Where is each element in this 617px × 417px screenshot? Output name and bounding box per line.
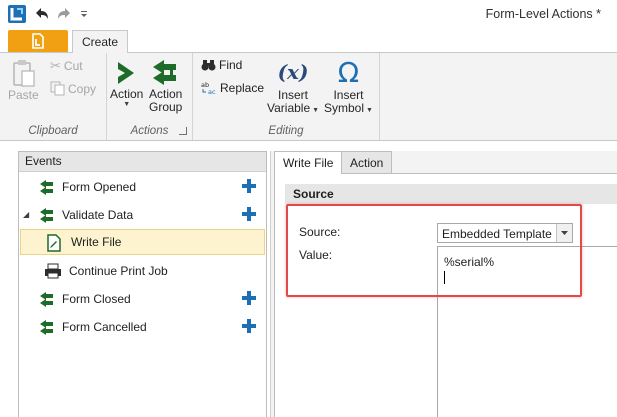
find-button[interactable]: Find xyxy=(201,58,242,72)
insert-symbol-dropdown-arrow-icon: ▼ xyxy=(364,107,373,114)
action-group-icon xyxy=(40,292,53,307)
binoculars-icon xyxy=(201,59,216,70)
insert-symbol-label-line2: Symbol ▼ xyxy=(324,102,373,115)
redo-icon xyxy=(58,8,70,19)
source-dropdown-value: Embedded Template xyxy=(442,227,552,241)
dropdown-arrow-button[interactable] xyxy=(556,224,572,242)
omega-symbol-icon: Ω xyxy=(337,56,360,89)
paste-label: Paste xyxy=(8,88,39,102)
svg-text:ac: ac xyxy=(208,88,216,95)
expanded-arrow-icon[interactable]: ◢ xyxy=(23,210,29,219)
event-form-cancelled[interactable]: Form Cancelled xyxy=(19,314,266,340)
chevron-down-icon xyxy=(561,230,568,235)
action-write-file[interactable]: Write File xyxy=(20,229,265,255)
source-label: Source: xyxy=(299,225,341,239)
event-validate-data[interactable]: ◢ Validate Data xyxy=(19,202,266,228)
write-file-icon xyxy=(47,234,61,252)
event-label: Continue Print Job xyxy=(69,264,168,278)
actions-group: Action ▼ Action Group Actions xyxy=(107,53,193,140)
action-detail-panel: Write File Action Source Source: Embedde… xyxy=(270,151,617,417)
source-section-header: Source xyxy=(285,184,617,204)
value-textarea[interactable]: %serial% xyxy=(437,246,617,417)
title-bar: Form-Level Actions * xyxy=(0,0,617,30)
events-panel: Events Form Opened ◢ Validate Data Write… xyxy=(18,151,267,417)
replace-label: Replace xyxy=(220,81,265,95)
replace-button[interactable]: ab ac Replace xyxy=(201,81,264,95)
action-group-label-line2: Group xyxy=(149,100,183,114)
undo-button[interactable] xyxy=(34,4,50,24)
text-cursor xyxy=(444,271,445,284)
paste-button[interactable]: Paste xyxy=(8,59,39,102)
action-group-icon xyxy=(152,60,176,85)
find-label: Find xyxy=(219,58,243,72)
clipboard-group-label: Clipboard xyxy=(28,125,78,137)
chevron-down-icon xyxy=(81,11,87,17)
file-menu-icon xyxy=(32,33,44,49)
tab-action[interactable]: Action xyxy=(341,151,393,173)
event-form-opened[interactable]: Form Opened xyxy=(19,174,266,200)
action-continue-print-job[interactable]: Continue Print Job xyxy=(19,258,266,284)
insert-variable-dropdown-arrow-icon: ▼ xyxy=(310,107,320,114)
printer-icon xyxy=(45,263,61,279)
cut-button[interactable]: ✂ Cut xyxy=(50,58,83,74)
editing-group: Find ab ac Replace (x) Insert Variable ▼… xyxy=(193,53,380,140)
copy-label: Copy xyxy=(68,81,97,96)
action-label: Action xyxy=(110,87,144,101)
action-group-button[interactable]: Action Group xyxy=(149,58,182,114)
value-text: %serial% xyxy=(444,255,495,269)
event-label: Form Closed xyxy=(62,292,131,306)
insert-symbol-label-text: Symbol xyxy=(324,101,365,115)
insert-variable-label-text: Variable xyxy=(267,101,311,115)
add-icon[interactable] xyxy=(242,207,256,221)
paste-icon xyxy=(13,60,35,87)
insert-variable-button[interactable]: (x) Insert Variable ▼ xyxy=(267,57,319,115)
variable-icon: (x) xyxy=(277,60,309,84)
insert-variable-label-line2: Variable ▼ xyxy=(267,102,319,115)
source-dropdown[interactable]: Embedded Template xyxy=(437,223,573,243)
action-dropdown-arrow-icon: ▼ xyxy=(123,101,131,108)
event-label: Form Cancelled xyxy=(62,320,147,334)
action-group-icon xyxy=(40,180,53,195)
tab-create[interactable]: Create xyxy=(72,30,128,53)
actions-dialog-launcher-icon[interactable] xyxy=(179,127,187,135)
redo-button[interactable] xyxy=(56,4,72,24)
replace-icon: ab ac xyxy=(201,81,216,95)
ribbon-tab-row: Create xyxy=(0,30,617,53)
insert-symbol-button[interactable]: Ω Insert Symbol ▼ xyxy=(324,57,373,115)
copy-icon xyxy=(50,81,65,96)
undo-icon xyxy=(36,8,48,19)
add-icon[interactable] xyxy=(242,319,256,333)
ribbon: Paste ✂ Cut Copy Clipboard Action ▼ Acti… xyxy=(0,52,617,141)
customize-toolbar-button[interactable] xyxy=(78,4,90,24)
app-logo-icon xyxy=(8,5,26,23)
cut-label: Cut xyxy=(63,59,83,73)
write-file-properties: Source Source: Embedded Template Value: … xyxy=(274,173,617,417)
events-header: Events xyxy=(19,152,266,172)
event-form-closed[interactable]: Form Closed xyxy=(19,286,266,312)
event-label: Validate Data xyxy=(62,208,134,222)
value-label: Value: xyxy=(299,248,333,262)
event-label: Write File xyxy=(71,235,122,249)
action-group-icon xyxy=(40,208,53,223)
copy-button[interactable]: Copy xyxy=(50,81,96,96)
window-title: Form-Level Actions * xyxy=(485,7,601,21)
editing-group-label: Editing xyxy=(268,125,304,137)
action-group-icon xyxy=(40,320,53,335)
file-tab[interactable] xyxy=(8,30,68,52)
workspace: Events Form Opened ◢ Validate Data Write… xyxy=(0,141,617,417)
clipboard-group: Paste ✂ Cut Copy Clipboard xyxy=(0,53,107,140)
scissors-icon: ✂ xyxy=(50,58,61,73)
event-label: Form Opened xyxy=(62,180,137,194)
add-icon[interactable] xyxy=(242,291,256,305)
action-icon xyxy=(117,62,134,84)
action-button[interactable]: Action ▼ xyxy=(110,58,143,109)
add-icon[interactable] xyxy=(242,179,256,193)
tab-write-file[interactable]: Write File xyxy=(274,151,343,174)
